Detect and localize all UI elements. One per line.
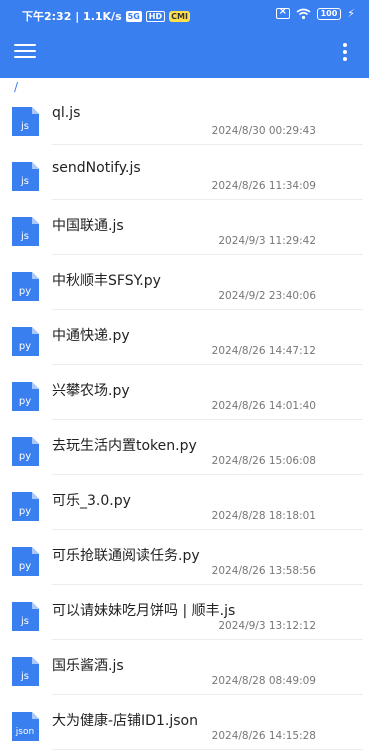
py-file-icon: py — [12, 382, 39, 411]
file-name: 可乐_3.0.py — [52, 493, 131, 509]
more-vert-icon — [343, 43, 347, 47]
file-name: ql.js — [52, 105, 81, 121]
file-row[interactable]: py 可乐_3.0.py 2024/8/28 18:18:01 — [0, 475, 369, 530]
file-modified-date: 2024/8/26 14:47:12 — [211, 345, 316, 357]
file-name: 去玩生活内置token.py — [52, 438, 197, 454]
file-row[interactable]: py 中秋顺丰SFSY.py 2024/9/2 23:40:06 — [0, 255, 369, 310]
file-modified-date: 2024/8/26 15:06:08 — [211, 455, 316, 467]
status-left: 下午2:32 | 1.1K/s 5G HD CMI — [22, 8, 190, 24]
more-options-button[interactable] — [333, 41, 357, 65]
file-name: 中通快递.py — [52, 328, 130, 344]
file-row[interactable]: js 可以请妹妹吃月饼吗 | 顺丰.js 2024/9/3 13:12:12 — [0, 585, 369, 640]
file-row[interactable]: js ql.js 2024/8/30 00:29:43 — [0, 90, 369, 145]
file-modified-date: 2024/9/3 13:12:12 — [218, 620, 316, 632]
svg-text:py: py — [19, 561, 31, 572]
wifi-icon — [296, 8, 311, 19]
js-file-icon: js — [12, 217, 39, 246]
file-row[interactable]: js 国乐酱酒.js 2024/8/28 08:49:09 — [0, 640, 369, 695]
py-file-icon: py — [12, 492, 39, 521]
file-modified-date: 2024/8/26 11:34:09 — [211, 180, 316, 192]
file-modified-date: 2024/8/28 18:18:01 — [211, 510, 316, 522]
file-name: 中国联通.js — [52, 218, 124, 234]
js-file-icon: js — [12, 162, 39, 191]
file-row[interactable]: js 中国联通.js 2024/9/3 11:29:42 — [0, 200, 369, 255]
no-sim-icon — [275, 6, 290, 19]
file-modified-date: 2024/8/30 00:29:43 — [211, 125, 316, 137]
file-row[interactable]: py 去玩生活内置token.py 2024/8/26 15:06:08 — [0, 420, 369, 475]
file-name: 中秋顺丰SFSY.py — [52, 273, 161, 289]
charging-icon: ⚡ — [347, 7, 355, 20]
file-name: 可以请妹妹吃月饼吗 | 顺丰.js — [52, 603, 236, 619]
py-file-icon: py — [12, 327, 39, 356]
file-modified-date: 2024/8/26 14:01:40 — [211, 400, 316, 412]
row-divider — [52, 749, 363, 750]
status-time-speed: 下午2:32 | 1.1K/s — [22, 10, 122, 23]
app-notification-icon: CMI — [169, 10, 190, 22]
svg-text:py: py — [19, 451, 31, 462]
file-name: 国乐酱酒.js — [52, 658, 124, 674]
file-row[interactable]: py 中通快递.py 2024/8/26 14:47:12 — [0, 310, 369, 365]
svg-text:py: py — [19, 506, 31, 517]
json-file-icon: json — [12, 712, 39, 741]
js-file-icon: js — [12, 107, 39, 136]
file-modified-date: 2024/8/26 13:58:56 — [211, 565, 316, 577]
hd-icon: HD — [145, 10, 166, 22]
file-row[interactable]: js sendNotify.js 2024/8/26 11:34:09 — [0, 145, 369, 200]
svg-text:js: js — [20, 231, 29, 242]
menu-icon — [14, 44, 36, 46]
svg-text:py: py — [19, 286, 31, 297]
svg-text:py: py — [19, 396, 31, 407]
svg-text:js: js — [20, 616, 29, 627]
file-name: 兴攀农场.py — [52, 383, 130, 399]
status-right: 100 ⚡ — [275, 6, 355, 20]
svg-text:py: py — [19, 341, 31, 352]
file-name: 可乐抢联通阅读任务.py — [52, 548, 200, 564]
file-row[interactable]: py 兴攀农场.py 2024/8/26 14:01:40 — [0, 365, 369, 420]
status-bar: 下午2:32 | 1.1K/s 5G HD CMI 100 ⚡ — [0, 0, 369, 28]
app-header: 下午2:32 | 1.1K/s 5G HD CMI 100 ⚡ — [0, 0, 369, 78]
file-modified-date: 2024/8/26 14:15:28 — [211, 730, 316, 742]
toolbar — [0, 28, 369, 78]
svg-text:js: js — [20, 671, 29, 682]
file-list: js ql.js 2024/8/30 00:29:43 js sendNotify.js… — [0, 90, 369, 750]
file-modified-date: 2024/8/28 08:49:09 — [211, 675, 316, 687]
file-row[interactable]: json 大为健康-店铺ID1.json 2024/8/26 14:15:28 — [0, 695, 369, 750]
js-file-icon: js — [12, 602, 39, 631]
battery-icon: 100 — [316, 7, 342, 20]
file-row[interactable]: py 可乐抢联通阅读任务.py 2024/8/26 13:58:56 — [0, 530, 369, 585]
py-file-icon: py — [12, 272, 39, 301]
svg-text:js: js — [20, 121, 29, 132]
file-name: 大为健康-店铺ID1.json — [52, 713, 198, 729]
file-modified-date: 2024/9/2 23:40:06 — [218, 290, 316, 302]
svg-text:js: js — [20, 176, 29, 187]
py-file-icon: py — [12, 547, 39, 576]
svg-text:json: json — [15, 727, 34, 737]
file-modified-date: 2024/9/3 11:29:42 — [218, 235, 316, 247]
network-5g-icon: 5G — [125, 10, 142, 22]
menu-button[interactable] — [14, 42, 38, 62]
file-name: sendNotify.js — [52, 160, 141, 176]
py-file-icon: py — [12, 437, 39, 466]
js-file-icon: js — [12, 657, 39, 686]
